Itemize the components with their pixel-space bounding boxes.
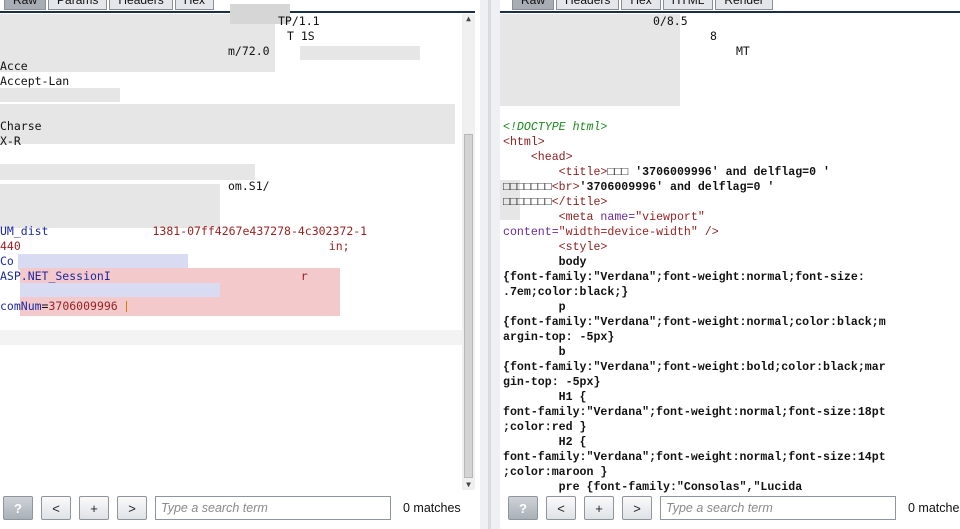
cookie-fragment: r bbox=[300, 269, 308, 283]
tab-html[interactable]: HTML bbox=[662, 0, 714, 10]
css-line: {font-family:"Verdana";font-weight:norma… bbox=[503, 316, 886, 329]
title-text: □□□ '3706009996' and delflag=0 ' bbox=[607, 166, 831, 179]
css-line: argin-top: -5px} bbox=[503, 331, 615, 344]
request-tabs: Raw Params Headers Hex bbox=[4, 0, 215, 10]
request-search-bar: ? < + > Type a search term 0 matches bbox=[3, 493, 461, 523]
request-editor[interactable]: TP/1.1 T 1S m/72.0 Acce Accept-Lan Chars… bbox=[0, 14, 462, 314]
css-line: font-family:"Verdana";font-weight:normal… bbox=[503, 406, 886, 419]
tab-render[interactable]: Render bbox=[715, 0, 773, 10]
previous-match-button[interactable]: < bbox=[41, 496, 71, 520]
tab-headers[interactable]: Headers bbox=[109, 0, 173, 10]
response-header-fragments: 0/8.5 8 MT bbox=[550, 14, 750, 59]
header-fragment: T 1S bbox=[287, 29, 315, 43]
param-comnum-value[interactable]: 3706009996 bbox=[48, 299, 117, 313]
tag-head: <head> bbox=[530, 151, 573, 164]
tab-headers[interactable]: Headers bbox=[556, 0, 620, 10]
cookie-aspnet-key: ASP.NET_SessionI bbox=[0, 269, 111, 283]
tag-style: <style> bbox=[558, 241, 608, 254]
text-caret bbox=[125, 301, 127, 312]
title-text: '3706009996' and delflag=0 ' bbox=[579, 181, 775, 194]
response-tabs: Raw Headers Hex HTML Render bbox=[512, 0, 773, 10]
tag-meta: <meta bbox=[558, 211, 601, 224]
css-line: {font-family:"Verdana";font-weight:norma… bbox=[503, 271, 865, 284]
scroll-down-icon[interactable]: ▼ bbox=[463, 480, 474, 490]
header-accept: Acce bbox=[0, 59, 28, 73]
tab-raw[interactable]: Raw bbox=[512, 0, 555, 10]
request-pane: Raw Params Headers Hex TP/1.1 T 1S m/72.… bbox=[0, 0, 480, 529]
cookie-fragment: 440 bbox=[0, 239, 21, 253]
css-line: p bbox=[503, 301, 566, 314]
css-line: body bbox=[503, 256, 587, 269]
tag-meta-close: /> bbox=[697, 226, 719, 239]
header-fragment: 8 bbox=[710, 29, 717, 43]
title-text: □□□□□□□ bbox=[503, 181, 552, 194]
match-count: 0 matches bbox=[403, 501, 461, 515]
request-line-tail: TP/1.1 bbox=[278, 14, 320, 28]
tab-underline bbox=[500, 11, 960, 13]
pane-splitter[interactable] bbox=[480, 0, 500, 529]
previous-match-button[interactable]: < bbox=[546, 496, 576, 520]
header-fragment: om.S1/ bbox=[228, 179, 270, 193]
cookie-um-key: UM_dist bbox=[0, 224, 49, 238]
next-match-button[interactable]: > bbox=[622, 496, 652, 520]
header-x: X-R bbox=[0, 134, 21, 148]
splitter-grip[interactable] bbox=[488, 0, 491, 529]
attr-value: "viewport" bbox=[635, 211, 705, 224]
tab-hex[interactable]: Hex bbox=[621, 0, 661, 10]
tag-title-close: </title> bbox=[551, 196, 608, 209]
tab-params[interactable]: Params bbox=[48, 0, 108, 10]
css-line: gin-top: -5px} bbox=[503, 376, 601, 389]
response-search-bar: ? < + > Type a search term 0 matches bbox=[508, 493, 960, 523]
attr-content: content= bbox=[503, 226, 559, 239]
scroll-thumb[interactable] bbox=[464, 134, 473, 478]
tag-html: <html> bbox=[503, 136, 545, 149]
css-line: b bbox=[503, 346, 566, 359]
request-scrollbar[interactable]: ▲ ▼ bbox=[462, 14, 475, 490]
tab-raw[interactable]: Raw bbox=[4, 0, 47, 10]
match-count: 0 matches bbox=[908, 501, 960, 515]
tag-title-open: <title> bbox=[558, 166, 608, 179]
cookie-fragment: in; bbox=[328, 239, 350, 253]
tag-br: <br> bbox=[551, 181, 580, 194]
search-input[interactable]: Type a search term bbox=[660, 496, 896, 520]
current-line-highlight bbox=[0, 330, 462, 345]
header-fragment: MT bbox=[736, 44, 750, 58]
doctype: <!DOCTYPE html> bbox=[503, 121, 608, 134]
header-accept-language: Accept-Lan bbox=[0, 74, 70, 88]
attr-value: "width=device-width" bbox=[558, 226, 698, 239]
search-input[interactable]: Type a search term bbox=[155, 496, 391, 520]
header-fragment: 0/8.5 bbox=[653, 14, 688, 28]
search-options-button[interactable]: + bbox=[79, 496, 109, 520]
response-editor[interactable]: <!DOCTYPE html> <html> <head> <title>□□□… bbox=[503, 120, 958, 495]
css-line: font-family:"Verdana";font-weight:normal… bbox=[503, 451, 886, 464]
css-line: .7em;color:black;} bbox=[503, 286, 629, 299]
param-comnum-key: comNum bbox=[0, 299, 42, 313]
title-text: □□□□□□□ bbox=[503, 196, 552, 209]
attr-name: name= bbox=[600, 211, 636, 224]
cookie-fragment: Co bbox=[0, 254, 14, 268]
next-match-button[interactable]: > bbox=[117, 496, 147, 520]
css-line: {font-family:"Verdana";font-weight:bold;… bbox=[503, 361, 886, 374]
header-charset: Charse bbox=[0, 119, 42, 133]
search-options-button[interactable]: + bbox=[584, 496, 614, 520]
header-fragment: m/72.0 bbox=[228, 44, 270, 58]
css-line: ;color:red } bbox=[503, 421, 587, 434]
css-line: ;color:maroon } bbox=[503, 466, 608, 479]
tab-hex[interactable]: Hex bbox=[174, 0, 215, 10]
scroll-up-icon[interactable]: ▲ bbox=[463, 14, 474, 24]
css-line: H2 { bbox=[503, 436, 587, 449]
help-button[interactable]: ? bbox=[508, 496, 538, 520]
css-line: H1 { bbox=[503, 391, 587, 404]
help-button[interactable]: ? bbox=[3, 496, 33, 520]
cookie-um-value: 1381-07ff4267e437278-4c302372-1 bbox=[152, 224, 368, 238]
